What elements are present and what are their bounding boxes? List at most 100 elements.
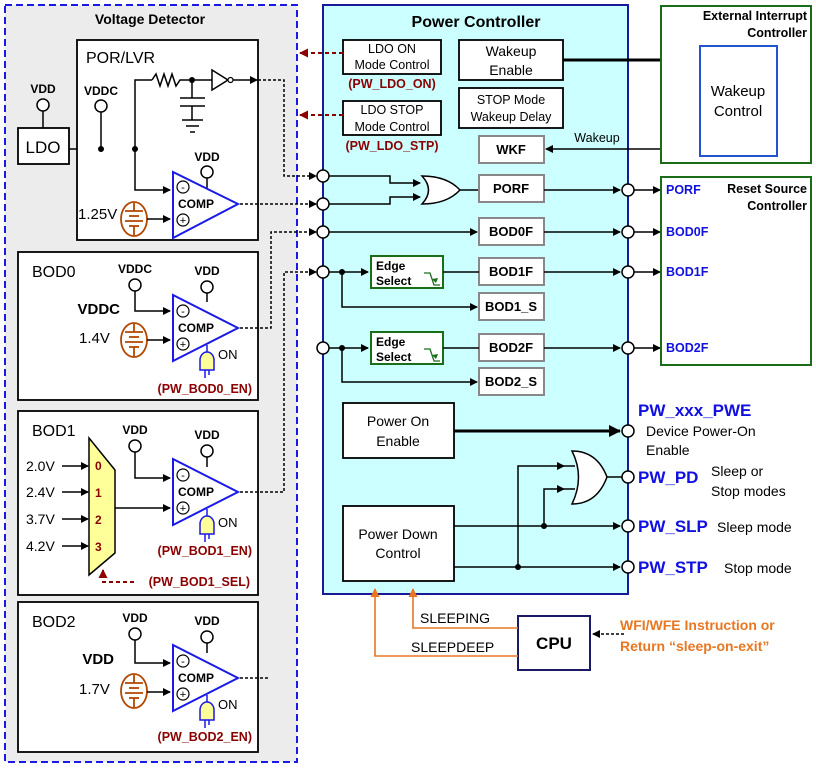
svg-text:Control: Control — [375, 545, 420, 561]
svg-text:Edge: Edge — [376, 335, 406, 349]
svg-text:VDD: VDD — [194, 264, 220, 278]
svg-text:PW_STP: PW_STP — [638, 558, 708, 577]
svg-text:+: + — [180, 215, 186, 227]
bod0-block: BOD0 VDDC VDD - + COMP VDDC 1.4V ON (PW_… — [17, 251, 259, 401]
svg-text:Mode Control: Mode Control — [354, 58, 429, 72]
svg-text:BOD2F: BOD2F — [489, 340, 533, 355]
bod2-source: VDD — [82, 651, 114, 668]
cpu-trigger-line1: WFI/WFE Instruction or — [620, 617, 775, 633]
voltage-detector-title: Voltage Detector — [95, 11, 206, 27]
svg-text:VDD: VDD — [122, 611, 148, 625]
edge-select-bod1: Edge Select — [370, 255, 444, 289]
bod1-select-signal: (PW_BOD1_SEL) — [149, 575, 250, 589]
reset-signal-bod1f: BOD1F — [666, 265, 709, 279]
svg-text:Enable: Enable — [646, 442, 690, 458]
svg-text:+: + — [180, 689, 186, 701]
svg-text:ON: ON — [218, 347, 238, 362]
bod0-ref-voltage: 1.4V — [79, 330, 110, 347]
wakeup-signal-label: Wakeup — [574, 131, 619, 145]
edge-select-bod2: Edge Select — [370, 331, 444, 365]
svg-text:PW_SLP: PW_SLP — [638, 517, 708, 536]
power-controller-title: Power Controller — [412, 14, 541, 31]
svg-text:Wakeup: Wakeup — [486, 43, 537, 59]
ldo-stop-signal: (PW_LDO_STP) — [345, 139, 438, 153]
svg-text:Controller: Controller — [747, 26, 807, 40]
bod0-title: BOD0 — [32, 264, 76, 281]
svg-text:PORF: PORF — [493, 181, 529, 196]
svg-text:BOD0F: BOD0F — [489, 224, 533, 239]
svg-text:4.2V: 4.2V — [26, 538, 55, 554]
svg-text:Sleep or: Sleep or — [711, 463, 763, 479]
svg-text:LDO STOP: LDO STOP — [361, 103, 424, 117]
svg-text:-: - — [181, 182, 185, 194]
por-vddc-pin — [94, 99, 108, 113]
bod1-block: BOD1 2.0V 0 2.4V 1 3.7V 2 4.2V 3 VDD VDD — [17, 410, 259, 596]
ldo-stop-mode-control: LDO STOP Mode Control (PW_LDO_STP) — [299, 100, 442, 153]
wakeup-control-block — [699, 45, 778, 157]
por-comp-vdd-label: VDD — [194, 150, 220, 164]
flag-bod2-s: BOD2_S — [478, 367, 545, 396]
por-vddc-label: VDDC — [84, 84, 118, 98]
svg-text:COMP: COMP — [178, 485, 214, 499]
bod2-ref-voltage: 1.7V — [79, 681, 110, 698]
cpu-trigger-line2: Return “sleep-on-exit” — [620, 638, 769, 654]
ldo-vdd-label: VDD — [30, 82, 56, 96]
reset-signal-bod0f: BOD0F — [666, 225, 709, 239]
svg-text:Wakeup Delay: Wakeup Delay — [471, 110, 553, 124]
ldo-vdd-pin — [36, 98, 50, 112]
svg-text:WKF: WKF — [496, 142, 526, 157]
svg-text:Reset Source: Reset Source — [727, 182, 807, 196]
output-pw-stp: PW_STP Stop mode — [638, 558, 792, 577]
svg-text:Power Down: Power Down — [358, 526, 437, 542]
svg-text:2.4V: 2.4V — [26, 484, 55, 500]
flag-bod2f: BOD2F — [478, 333, 545, 362]
svg-text:Select: Select — [376, 350, 411, 364]
svg-text:STOP Mode: STOP Mode — [477, 93, 545, 107]
flag-bod1f: BOD1F — [478, 257, 545, 286]
svg-text:Select: Select — [376, 274, 411, 288]
svg-text:1: 1 — [95, 486, 102, 500]
svg-text:COMP: COMP — [178, 321, 214, 335]
svg-text:Stop modes: Stop modes — [711, 483, 786, 499]
svg-text:BOD1F: BOD1F — [489, 264, 533, 279]
svg-text:ON: ON — [218, 697, 238, 712]
block-diagram: Voltage Detector VDD LDO POR/LVR VDDC VD… — [4, 4, 812, 763]
svg-text:-: - — [181, 656, 185, 668]
svg-text:External Interrupt: External Interrupt — [703, 9, 808, 23]
bod2-title: BOD2 — [32, 614, 76, 631]
bod2-block: BOD2 VDD VDD - + COMP VDD 1.7V ON (PW_BO… — [17, 601, 259, 753]
svg-text:BOD2_S: BOD2_S — [485, 374, 537, 389]
reset-signal-porf: PORF — [666, 183, 701, 197]
por-lvr-title: POR/LVR — [86, 50, 155, 67]
por-lvr-block: POR/LVR VDDC VDD - + COMP 1.25V — [76, 39, 259, 241]
svg-text:Control: Control — [714, 103, 762, 120]
sleepdeep-signal: SLEEPDEEP — [411, 639, 494, 655]
svg-text:Edge: Edge — [376, 259, 406, 273]
svg-text:PW_PD: PW_PD — [638, 468, 698, 487]
svg-text:-: - — [181, 470, 185, 482]
reset-signal-bod2f: BOD2F — [666, 341, 709, 355]
flag-porf: PORF — [478, 174, 545, 203]
external-interrupt-controller: External Interrupt Controller Wakeup Con… — [660, 5, 812, 164]
svg-text:COMP: COMP — [178, 671, 214, 685]
svg-text:VDD: VDD — [122, 423, 148, 437]
flag-bod1-s: BOD1_S — [478, 292, 545, 321]
bod1-title: BOD1 — [32, 423, 76, 440]
svg-text:Wakeup: Wakeup — [711, 83, 765, 100]
svg-text:BOD1_S: BOD1_S — [485, 299, 537, 314]
svg-text:Controller: Controller — [747, 199, 807, 213]
power-controller: Power Controller LDO ON Mode Control (PW… — [240, 4, 699, 679]
svg-text:2.0V: 2.0V — [26, 458, 55, 474]
output-pw-slp: PW_SLP Sleep mode — [638, 517, 792, 536]
svg-text:VDD: VDD — [194, 614, 220, 628]
svg-text:3.7V: 3.7V — [26, 511, 55, 527]
svg-text:PW_xxx_PWE: PW_xxx_PWE — [638, 401, 751, 420]
svg-text:Sleep mode: Sleep mode — [717, 519, 792, 535]
sleeping-signal: SLEEPING — [420, 610, 490, 626]
bod2-enable-signal: (PW_BOD2_EN) — [158, 730, 252, 744]
svg-text:+: + — [180, 339, 186, 351]
flag-bod0f: BOD0F — [478, 217, 545, 246]
stop-mode-wakeup-delay: STOP Mode Wakeup Delay — [458, 87, 564, 129]
svg-text:VDDC: VDDC — [118, 262, 152, 276]
bod1-enable-signal: (PW_BOD1_EN) — [158, 544, 252, 558]
